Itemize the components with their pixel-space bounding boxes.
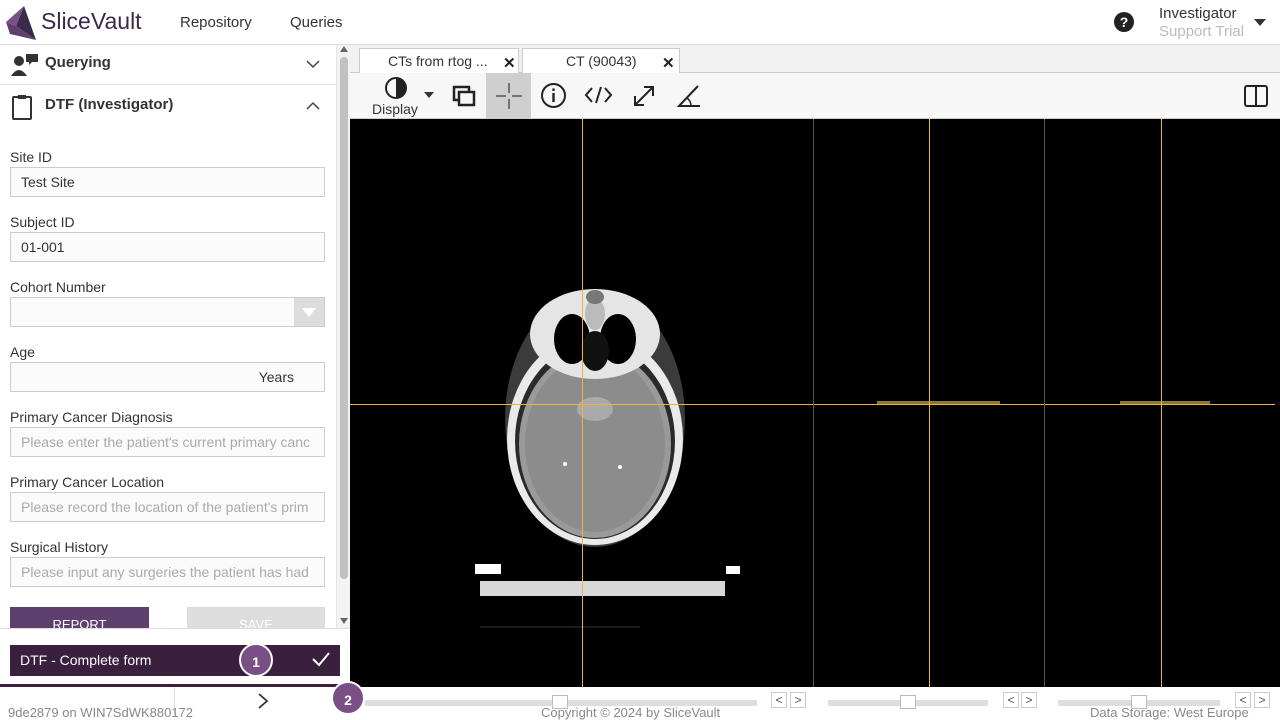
close-icon[interactable]: ✕ <box>503 54 516 72</box>
app-name[interactable]: SliceVault <box>41 8 142 35</box>
accordion-querying[interactable]: Querying <box>0 45 336 85</box>
crosshair-icon <box>496 83 522 109</box>
chevron-right-icon[interactable] <box>256 692 270 710</box>
angle-button[interactable] <box>666 73 711 118</box>
prev-slice-axial-button[interactable]: < <box>771 692 787 708</box>
image-viewport[interactable] <box>350 119 1280 687</box>
chevron-up-icon[interactable] <box>305 100 321 112</box>
clipboard-icon <box>12 95 32 120</box>
tab-label: CTs from rtog ... <box>388 53 488 69</box>
display-label: Display <box>372 101 418 117</box>
tab-label: CT (90043) <box>566 53 637 69</box>
windows-button[interactable] <box>441 73 486 118</box>
checkmark-icon <box>312 652 330 667</box>
contrast-icon <box>385 77 407 99</box>
save-button[interactable]: SAVE <box>187 607 325 628</box>
site-id-field[interactable]: Test Site <box>10 167 325 197</box>
surgical-history-label: Surgical History <box>10 539 109 555</box>
prev-slice-sagittal-button[interactable]: < <box>1235 692 1251 708</box>
slider-thumb-sagittal[interactable] <box>1131 695 1147 709</box>
age-field[interactable]: Years <box>10 362 325 392</box>
subject-id-label: Subject ID <box>10 214 75 230</box>
task-complete-form[interactable]: DTF - Complete form <box>10 645 340 676</box>
expand-icon <box>634 86 654 106</box>
help-icon[interactable]: ? <box>1114 12 1134 32</box>
windows-icon <box>452 85 476 107</box>
site-id-label: Site ID <box>10 149 53 165</box>
expand-button[interactable] <box>621 73 666 118</box>
age-unit: Years <box>258 369 294 385</box>
diagnosis-label: Primary Cancer Diagnosis <box>10 409 173 425</box>
location-field[interactable]: Please record the location of the patien… <box>10 492 325 522</box>
diagnosis-field[interactable]: Please enter the patient's current prima… <box>10 427 325 457</box>
subject-id-field[interactable]: 01-001 <box>10 232 325 262</box>
code-icon <box>584 86 613 104</box>
ct-scan-views[interactable] <box>350 119 1280 687</box>
age-label: Age <box>10 344 35 360</box>
split-view-button[interactable] <box>1233 73 1278 118</box>
viewer-tabs: CTs from rtog ... ✕ CT (90043) ✕ <box>350 45 1280 74</box>
prev-slice-coronal-button[interactable]: < <box>1003 692 1019 708</box>
nav-queries[interactable]: Queries <box>290 14 343 31</box>
scrollbar-thumb[interactable] <box>340 57 348 579</box>
next-slice-sagittal-button[interactable]: > <box>1254 692 1270 708</box>
top-bar: SliceVault Repository Queries ? Investig… <box>0 0 1280 45</box>
tab-ct-90043[interactable]: CT (90043) ✕ <box>522 48 680 74</box>
accordion-title-querying: Querying <box>45 54 111 71</box>
cohort-number-label: Cohort Number <box>10 279 106 295</box>
tab-cts-from-rtog[interactable]: CTs from rtog ... ✕ <box>359 48 519 74</box>
task-label: DTF - Complete form <box>20 652 152 668</box>
code-button[interactable] <box>576 73 621 118</box>
info-icon <box>541 83 566 108</box>
split-view-icon <box>1244 85 1268 107</box>
slicevault-logo-icon[interactable] <box>4 4 38 42</box>
cohort-number-select[interactable] <box>10 297 325 327</box>
display-button[interactable]: Display <box>368 73 440 118</box>
accordion-dtf[interactable]: DTF (Investigator) <box>0 87 336 127</box>
scroll-down-icon[interactable] <box>340 618 348 624</box>
footer-storage: Data Storage: West Europe <box>1090 705 1249 720</box>
viewer-toolbar: Display <box>350 73 1280 119</box>
dropdown-arrow-icon[interactable] <box>294 298 324 326</box>
bottom-accent-line <box>0 684 350 687</box>
footer-build: 9de2879 on WIN7SdWK880172 <box>8 705 194 720</box>
info-button[interactable] <box>531 73 576 118</box>
angle-icon <box>676 85 700 107</box>
step-badge-1: 1 <box>239 643 273 677</box>
next-slice-coronal-button[interactable]: > <box>1021 692 1037 708</box>
chevron-down-icon[interactable] <box>305 58 321 70</box>
sidebar-scrollbar[interactable] <box>336 45 350 628</box>
surgical-history-field[interactable]: Please input any surgeries the patient h… <box>10 557 325 587</box>
accordion-title-dtf: DTF (Investigator) <box>45 96 174 113</box>
close-icon[interactable]: ✕ <box>662 54 675 72</box>
caret-down-icon[interactable] <box>423 91 435 99</box>
user-name[interactable]: Investigator <box>1159 5 1237 22</box>
crosshair-button[interactable] <box>486 73 531 118</box>
nav-repository[interactable]: Repository <box>180 14 252 31</box>
next-slice-axial-button[interactable]: > <box>790 692 806 708</box>
user-menu-caret-icon[interactable] <box>1254 19 1266 26</box>
slider-thumb-coronal[interactable] <box>900 695 916 709</box>
location-label: Primary Cancer Location <box>10 474 165 490</box>
user-chat-icon <box>11 54 38 76</box>
step-badge-2: 2 <box>331 681 365 715</box>
user-trial: Support Trial <box>1159 23 1245 40</box>
scroll-up-icon[interactable] <box>340 46 348 52</box>
sidebar: Querying DTF (Investigator) Site ID Test… <box>0 45 336 628</box>
slider-thumb-axial[interactable] <box>552 695 568 709</box>
report-button[interactable]: REPORT <box>10 607 149 628</box>
